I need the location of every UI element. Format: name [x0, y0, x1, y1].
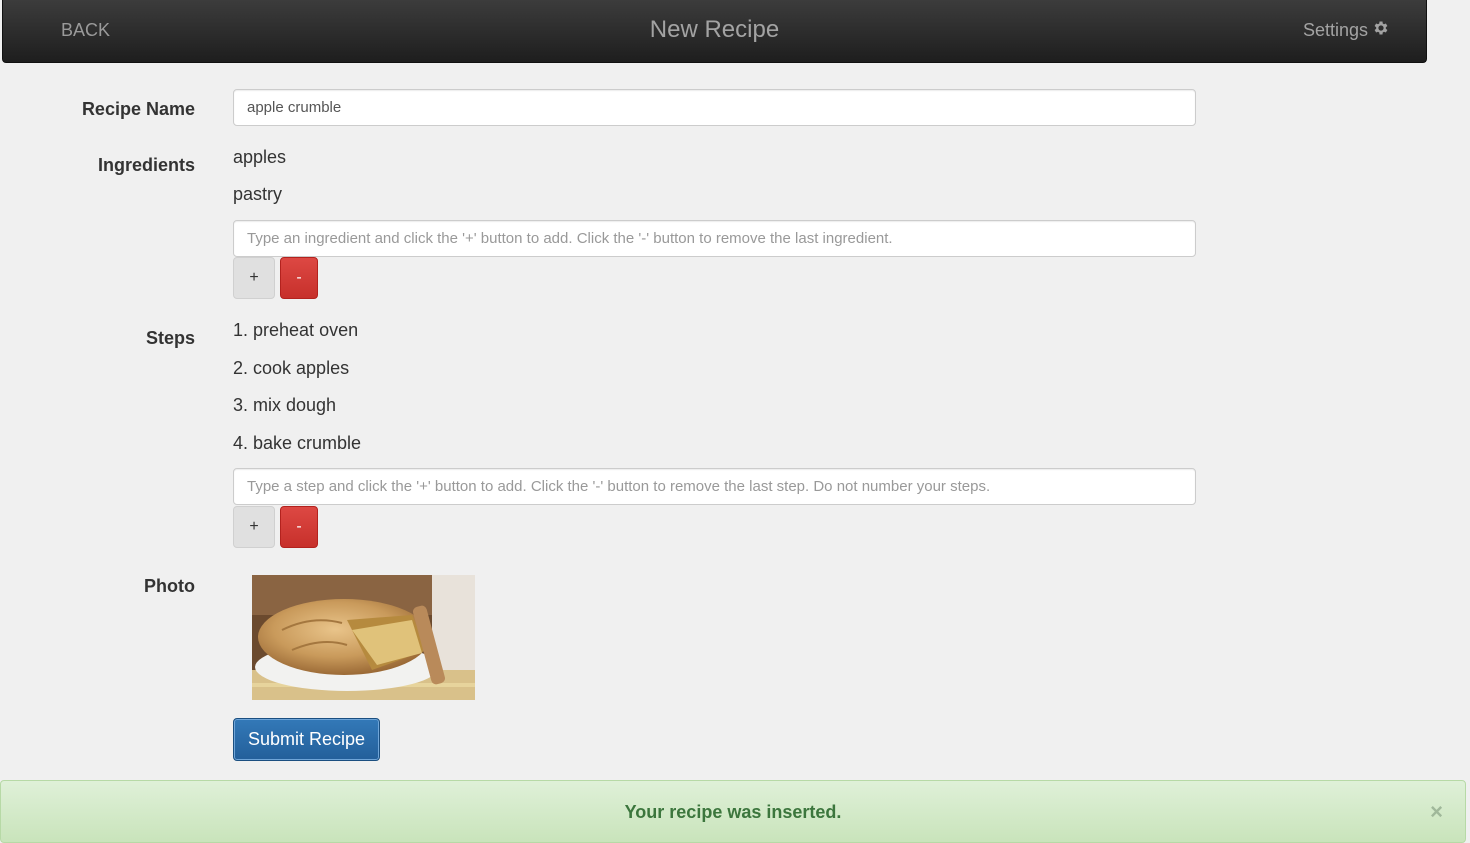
recipe-name-label: Recipe Name	[81, 99, 195, 119]
step-item: 1. preheat oven	[233, 320, 359, 340]
step-input[interactable]	[233, 468, 1196, 505]
gear-icon	[1372, 19, 1390, 42]
page-title: New Recipe	[649, 16, 780, 43]
add-step-button[interactable]: +	[233, 506, 275, 548]
success-alert: Your recipe was inserted. ×	[0, 780, 1466, 843]
submit-recipe-button[interactable]: Submit Recipe	[233, 718, 380, 761]
remove-step-button[interactable]: -	[280, 506, 318, 548]
recipe-name-input[interactable]	[233, 89, 1196, 126]
ingredient-input[interactable]	[233, 220, 1196, 257]
settings-button[interactable]: Settings	[1303, 19, 1390, 42]
remove-ingredient-button[interactable]: -	[280, 257, 318, 299]
recipe-photo	[252, 575, 475, 700]
ingredient-item: pastry	[233, 184, 283, 204]
alert-message: Your recipe was inserted.	[624, 802, 842, 822]
steps-label: Steps	[145, 328, 195, 348]
top-navbar: BACK New Recipe Settings	[2, 0, 1427, 63]
photo-label: Photo	[144, 576, 195, 596]
close-icon[interactable]: ×	[1430, 799, 1443, 825]
ingredients-label: Ingredients	[97, 155, 195, 175]
ingredient-item: apples	[233, 147, 287, 167]
step-item: 3. mix dough	[233, 395, 337, 415]
add-ingredient-button[interactable]: +	[233, 257, 275, 299]
step-item: 4. bake crumble	[233, 433, 362, 453]
step-item: 2. cook apples	[233, 358, 350, 378]
settings-label: Settings	[1302, 20, 1368, 40]
